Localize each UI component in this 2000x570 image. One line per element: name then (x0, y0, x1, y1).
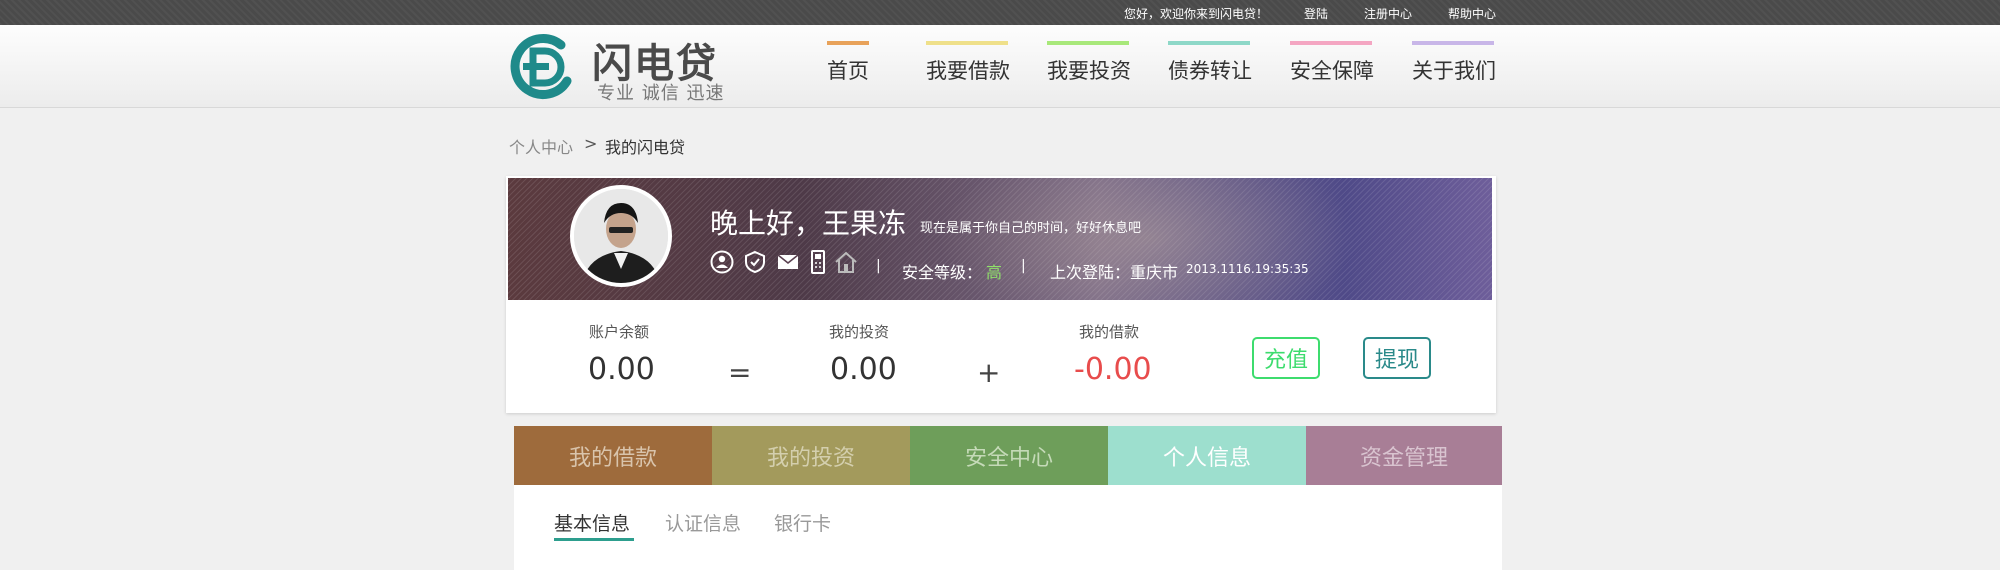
withdraw-button[interactable]: 提现 (1363, 337, 1431, 379)
investment-value: 0.00 (830, 352, 897, 387)
help-link[interactable]: 帮助中心 (1448, 5, 1496, 22)
loan-value: -0.00 (1074, 352, 1152, 387)
last-login-time: 2013.1116.19:35:35 (1186, 262, 1309, 276)
tab-security-center[interactable]: 安全中心 (910, 426, 1108, 485)
last-login-label: 上次登陆：重庆市 (1050, 263, 1179, 282)
tab-fund-management[interactable]: 资金管理 (1306, 426, 1502, 485)
tab-my-loans[interactable]: 我的借款 (514, 426, 712, 485)
avatar[interactable] (570, 185, 672, 287)
nav-label: 债券转让 (1168, 59, 1252, 83)
top-bar: 您好，欢迎你来到闪电贷！ 登陆 注册中心 帮助中心 (0, 0, 2000, 25)
phone-icon[interactable] (806, 250, 830, 274)
balance-value: 0.00 (588, 352, 655, 387)
profile-banner: 晚上好，王果冻 现在是属于你自己的时间，好好休息吧 | 安全等级： 高 | 上次… (508, 178, 1492, 300)
greeting-text: 晚上好，王果冻 (710, 207, 907, 240)
nav-label: 关于我们 (1412, 59, 1496, 83)
nav-label: 我要借款 (926, 59, 1010, 83)
breadcrumb-current: 我的闪电贷 (605, 138, 686, 157)
balance-label: 账户余额 (589, 323, 650, 341)
site-header: 闪电贷 专业 诚信 迅速 首页 我要借款 我要投资 债券转让 安全保障 关于我们 (0, 25, 2000, 108)
nav-borrow[interactable]: 我要借款 (926, 41, 1010, 87)
user-icon[interactable] (710, 250, 734, 274)
nav-accent-bar (1412, 41, 1494, 45)
logo-icon[interactable] (509, 31, 577, 103)
tab-personal-info[interactable]: 个人信息 (1108, 426, 1306, 485)
mail-icon[interactable] (776, 250, 800, 274)
home-icon[interactable] (834, 250, 858, 274)
subtab-verification-info[interactable]: 认证信息 (665, 509, 741, 536)
loan-label: 我的借款 (1079, 323, 1140, 341)
shield-icon[interactable] (743, 250, 767, 274)
breadcrumb-separator: > (584, 134, 598, 153)
subtab-bank-card[interactable]: 银行卡 (774, 509, 831, 536)
nav-accent-bar (1047, 41, 1129, 45)
nav-home[interactable]: 首页 (827, 41, 869, 87)
nav-invest[interactable]: 我要投资 (1047, 41, 1131, 87)
welcome-text: 您好，欢迎你来到闪电贷！ (1124, 7, 1269, 21)
tab-my-investments[interactable]: 我的投资 (712, 426, 910, 485)
brand-slogan: 专业 诚信 迅速 (597, 83, 725, 104)
subtab-basic-info[interactable]: 基本信息 (554, 509, 630, 536)
nav-accent-bar (827, 41, 869, 45)
nav-label: 安全保障 (1290, 59, 1374, 83)
register-link[interactable]: 注册中心 (1364, 5, 1412, 22)
divider: | (876, 258, 881, 274)
nav-accent-bar (926, 41, 1008, 45)
nav-bond-transfer[interactable]: 债券转让 (1168, 41, 1252, 87)
security-level-label: 安全等级： (902, 263, 983, 282)
account-tabs: 我的借款 我的投资 安全中心 个人信息 资金管理 (514, 426, 1502, 485)
divider: | (1021, 258, 1026, 274)
profile-card: 晚上好，王果冻 现在是属于你自己的时间，好好休息吧 | 安全等级： 高 | 上次… (506, 176, 1496, 413)
greeting-subtext: 现在是属于你自己的时间，好好休息吧 (920, 221, 1142, 236)
breadcrumb-root[interactable]: 个人中心 (509, 134, 573, 158)
personal-info-panel: 基本信息 认证信息 银行卡 (514, 485, 1502, 570)
investment-label: 我的投资 (829, 323, 890, 341)
plus-sign: + (977, 356, 1001, 389)
equals-sign: = (728, 356, 752, 389)
user-photo-icon (574, 189, 668, 283)
nav-label: 首页 (827, 59, 869, 83)
active-subtab-indicator (554, 538, 634, 541)
nav-security[interactable]: 安全保障 (1290, 41, 1374, 87)
recharge-button[interactable]: 充值 (1252, 337, 1320, 379)
security-level-value: 高 (986, 263, 1003, 282)
nav-accent-bar (1168, 41, 1250, 45)
login-link[interactable]: 登陆 (1304, 5, 1328, 22)
nav-label: 我要投资 (1047, 59, 1131, 83)
nav-accent-bar (1290, 41, 1372, 45)
nav-about[interactable]: 关于我们 (1412, 41, 1496, 87)
